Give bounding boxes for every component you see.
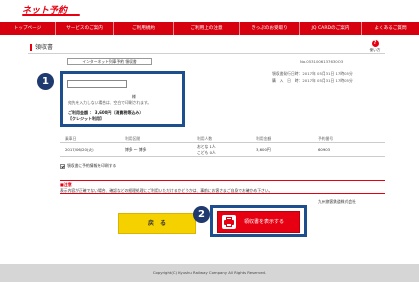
recipient-name-input[interactable] [67, 80, 127, 88]
title-divider [28, 53, 385, 54]
print-option-label: 領収書に予約情報を印刷する [67, 163, 117, 168]
printer-icon [222, 215, 236, 229]
cell-persons-child: こども 0人 [197, 150, 216, 155]
help-button[interactable]: ? 使い方 [368, 40, 382, 53]
nav-item-ticket-pickup[interactable]: きっぷのお受取り [240, 22, 300, 35]
cell-amount: 3,600円 [256, 147, 271, 152]
purchase-datetime: 購 入 日 時：2017年 05月31日 17時05分 [272, 78, 353, 83]
name-hint: 宛先を入力しない場合は、空白で印刷されます。 [68, 100, 152, 105]
company-name: 九州旅客鉄道株式会社 [318, 199, 356, 204]
notice-text: 表示内容が正確でない場合、確認などの経理処理にご利用いただけるかどうかは、事前に… [60, 188, 273, 193]
site-header: ネット予約 [0, 0, 419, 22]
table-header: 乗車日 利用区間 利用人数 利用金額 予約番号 [60, 135, 385, 143]
page-title: 領収書 [30, 44, 53, 51]
col-amount: 利用金額 [256, 136, 272, 141]
print-option-checkbox[interactable] [60, 163, 65, 169]
col-ride-date: 乗車日 [65, 136, 77, 141]
cell-date: 2017/06/20(火) [65, 147, 94, 152]
back-button[interactable]: 戻 る [118, 213, 196, 234]
nav-item-services[interactable]: サービスのご案内 [56, 22, 114, 35]
nav-item-jq-card[interactable]: JQ CARDのご案内 [300, 22, 362, 35]
nav-item-notes[interactable]: ご利用上の注意 [174, 22, 240, 35]
nav-item-top[interactable]: トップページ [0, 22, 56, 35]
notice-box: ■注意 表示内容が正確でない場合、確認などの経理処理にご利用いただけるかどうかは… [60, 180, 385, 194]
annotation-badge-2: 2 [193, 206, 210, 223]
issue-datetime: 領収書発行日時：2017年 05月31日 17時05分 [272, 71, 353, 76]
cell-reservation: 60903 [318, 147, 331, 152]
col-persons: 利用人数 [197, 136, 213, 141]
cell-persons-adult: おとな 1人 [197, 144, 216, 149]
nav-item-terms[interactable]: ご利用規約 [114, 22, 174, 35]
main-nav: トップページ サービスのご案内 ご利用規約 ご利用上の注意 きっぷのお受取り J… [0, 22, 419, 35]
print-option[interactable]: 領収書に予約情報を印刷する [60, 163, 116, 169]
receipt-number: No.0531006137630O3 [300, 59, 344, 64]
cell-section: 博多 ～ 博多 [125, 147, 147, 152]
page-footer: Copyright(C) Kyushu Railway Company All … [0, 264, 419, 282]
col-reservation: 予約番号 [318, 136, 334, 141]
receipt-type-label: インターネット列車予約 領収書 [67, 58, 152, 65]
logo-swoosh [22, 14, 80, 16]
site-logo[interactable]: ネット予約 [22, 3, 102, 17]
payment-method: 【クレジット利用】 [68, 116, 104, 121]
nav-item-faq[interactable]: よくあるご質問 [362, 22, 419, 35]
col-section: 利用区間 [125, 136, 141, 141]
table-row: 2017/06/20(火) 博多 ～ 博多 おとな 1人 こども 0人 3,60… [60, 143, 385, 157]
help-icon: ? [371, 40, 379, 47]
annotation-badge-1: 1 [37, 73, 54, 90]
